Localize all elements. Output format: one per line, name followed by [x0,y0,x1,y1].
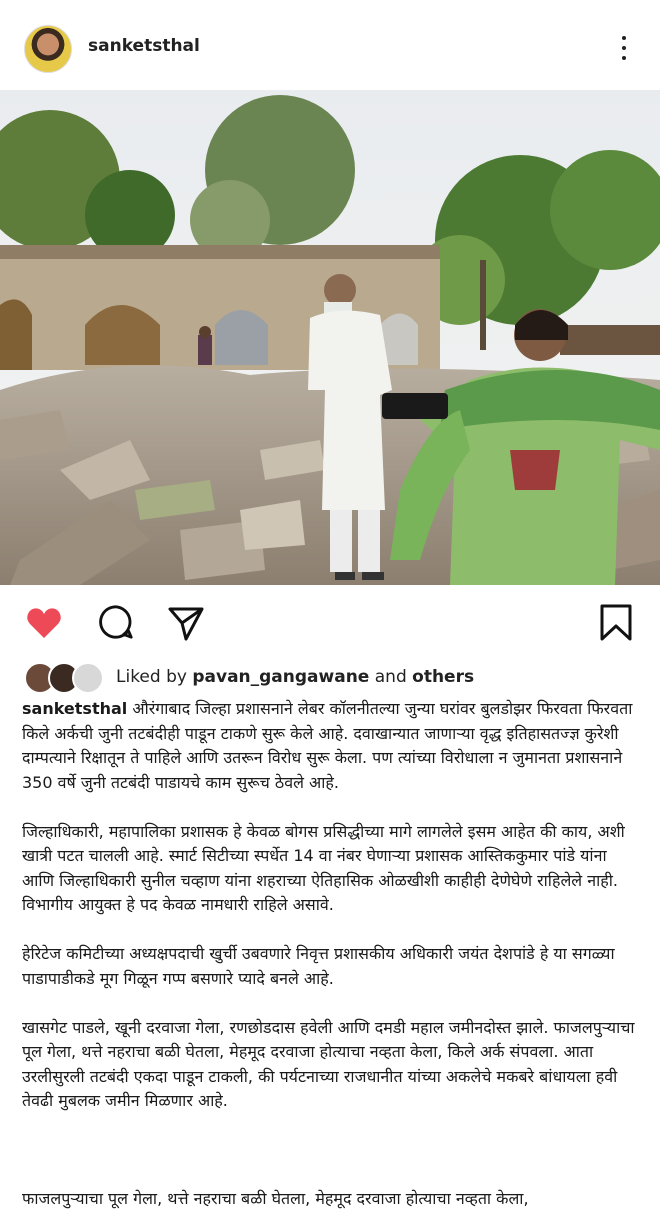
avatar[interactable] [24,25,72,73]
post-photo-illustration [0,90,660,585]
likes-others[interactable]: others [412,667,474,687]
post-header: sanketsthal [0,0,660,90]
caption-cutoff-line: फाजलपुऱ्याचा पूल गेला, थत्ते नहराचा बळी … [22,1189,529,1208]
more-options-icon[interactable] [612,32,636,64]
heart-filled-icon[interactable] [24,603,64,643]
likes-joiner: and [369,667,413,687]
post-username[interactable]: sanketsthal [88,36,200,56]
caption-paragraph-4: खासगेट पाडले, खूनी दरवाजा गेला, रणछोडदास… [22,1017,635,1111]
likes-text[interactable]: Liked by pavan_gangawane and others [116,667,474,687]
likes-row: Liked by pavan_gangawane and others [24,662,644,694]
caption-username[interactable]: sanketsthal [22,699,127,718]
likes-prefix: Liked by [116,667,193,687]
bookmark-icon[interactable] [596,603,636,643]
comment-icon[interactable] [96,603,136,643]
post-photo[interactable] [0,90,660,585]
caption-paragraph-3: हेरिटेज कमिटीच्या अध्यक्षपदाची खुर्ची उब… [22,944,615,988]
liker-username[interactable]: pavan_gangawane [192,667,369,687]
liker-avatar[interactable] [72,662,104,694]
send-icon[interactable] [166,603,206,643]
caption-paragraph-1: sanketsthal औरंगाबाद जिल्हा प्रशासनाने ल… [22,697,642,795]
post-caption: sanketsthal औरंगाबाद जिल्हा प्रशासनाने ल… [22,697,642,1138]
action-bar [0,585,660,660]
caption-paragraph-2: जिल्हाधिकारी, महापालिका प्रशासक हे केवळ … [22,821,625,915]
